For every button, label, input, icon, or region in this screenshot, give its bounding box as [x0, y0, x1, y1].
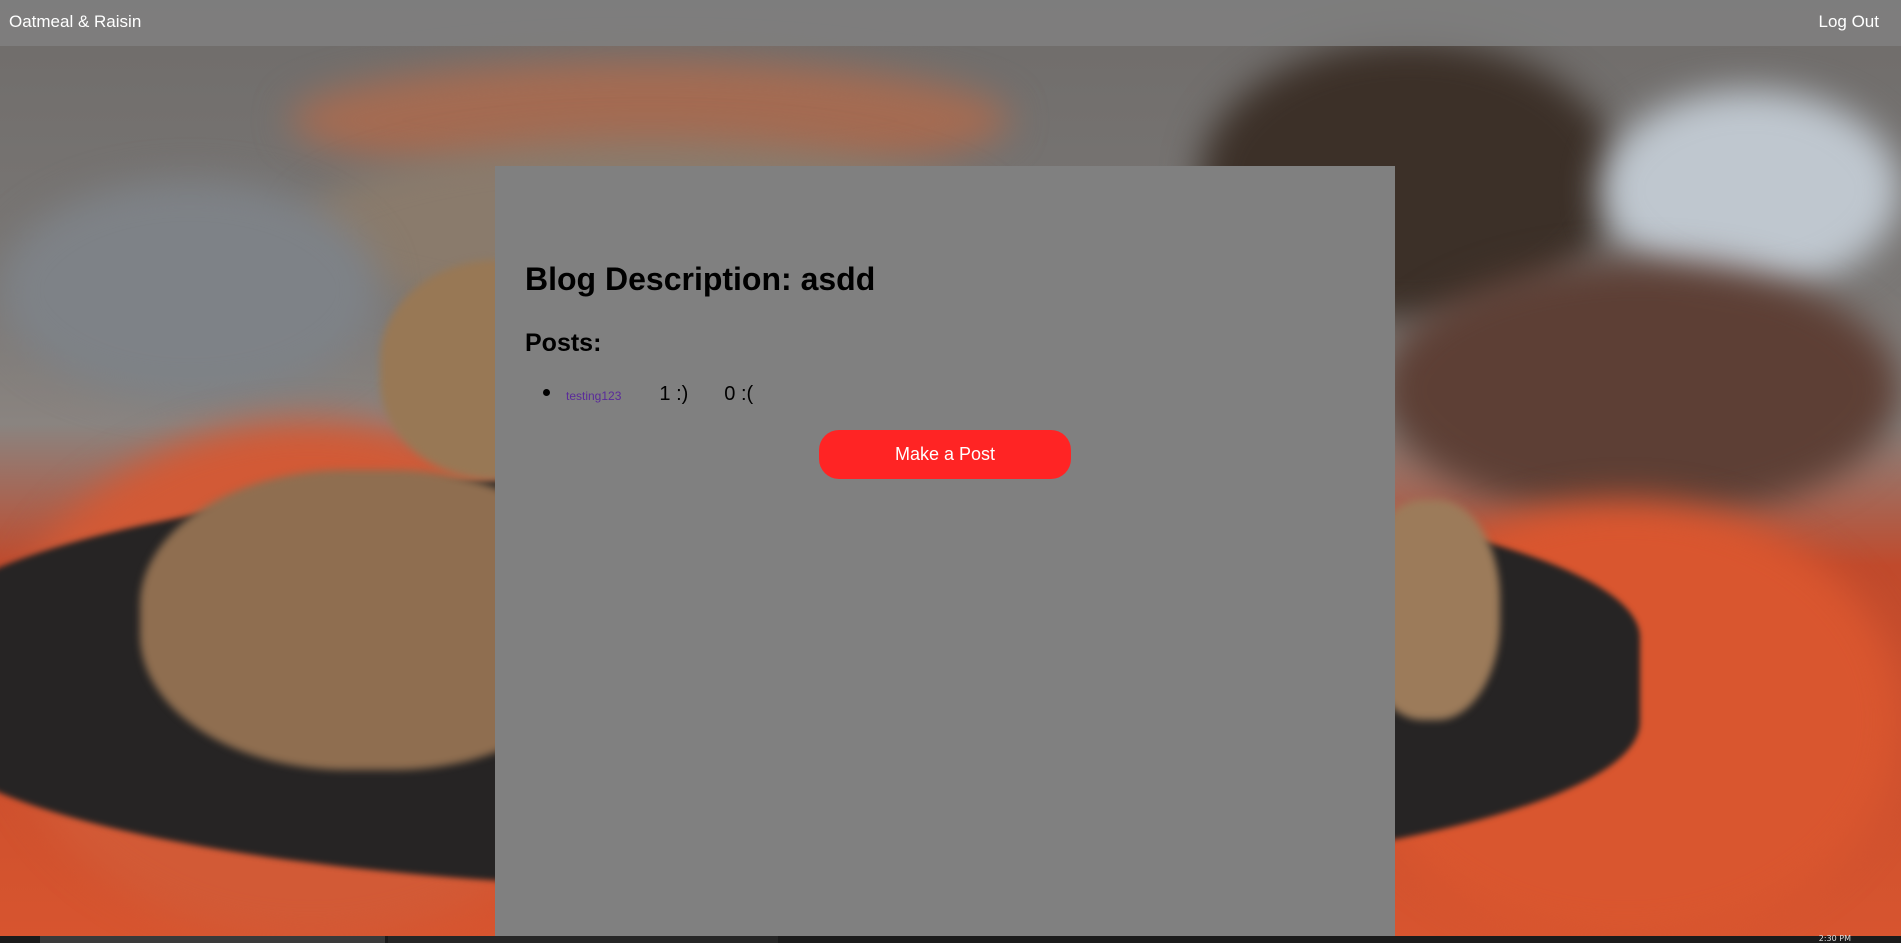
- post-likes: 1 :): [659, 383, 689, 405]
- taskbar-item[interactable]: [40, 936, 385, 943]
- blog-description-heading: Blog Description: asdd: [525, 261, 876, 297]
- post-title-link[interactable]: testing123: [566, 389, 621, 403]
- brand-link[interactable]: Oatmeal & Raisin: [9, 12, 141, 32]
- post-dislikes: 0 :(: [724, 383, 754, 405]
- logout-link[interactable]: Log Out: [1819, 12, 1880, 32]
- list-item: testing123 1 :) 0 :(: [525, 383, 753, 413]
- posts-heading: Posts:: [525, 329, 602, 357]
- make-post-button[interactable]: Make a Post: [819, 430, 1071, 479]
- blog-panel: Blog Description: asdd Posts: testing123…: [495, 166, 1395, 936]
- taskbar-clock: 2:30 PM: [1818, 934, 1851, 943]
- bullet-icon: [543, 389, 550, 396]
- post-list: testing123 1 :) 0 :(: [525, 383, 753, 413]
- taskbar: 2:30 PM: [0, 934, 1901, 943]
- top-navbar: Oatmeal & Raisin Log Out: [0, 0, 1901, 46]
- taskbar-item[interactable]: [388, 936, 778, 943]
